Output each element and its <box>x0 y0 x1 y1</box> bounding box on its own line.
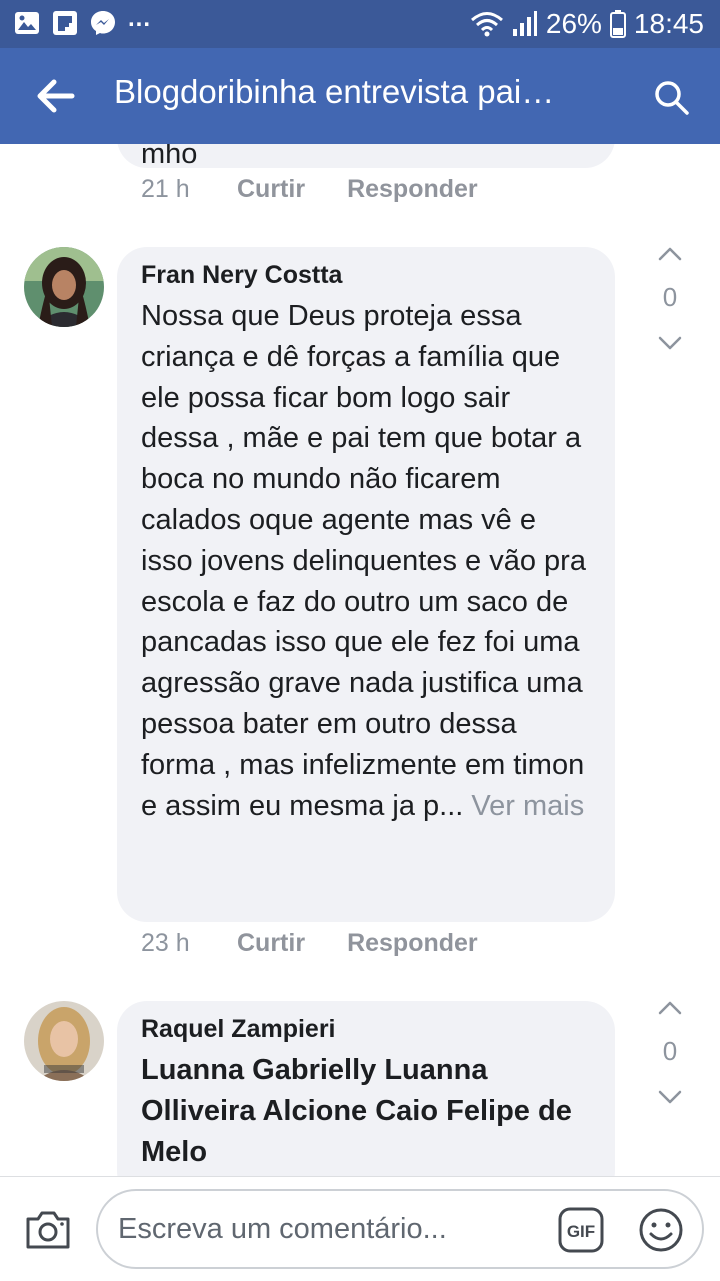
avatar-image <box>24 247 104 327</box>
search-icon[interactable] <box>652 78 690 116</box>
gif-icon[interactable]: GIF <box>558 1207 604 1253</box>
comment-composer: Escreva um comentário... GIF <box>0 1176 720 1281</box>
comment-actions: 23 h Curtir Responder <box>141 929 520 958</box>
gif-label: GIF <box>567 1222 595 1241</box>
like-button[interactable]: Curtir <box>237 175 305 204</box>
gallery-icon <box>15 12 39 34</box>
messenger-icon <box>91 11 115 35</box>
comment-feed[interactable]: mho 21 h Curtir Responder Fran Nery Cost… <box>0 144 720 1176</box>
battery-icon <box>609 10 626 38</box>
reply-button[interactable]: Responder <box>347 175 478 204</box>
comment-author[interactable]: Raquel Zampieri <box>141 1015 595 1044</box>
camera-icon[interactable] <box>24 1207 72 1251</box>
wifi-icon <box>470 12 503 37</box>
comment-body: Nossa que Deus proteja essa criança e dê… <box>141 300 586 822</box>
avatar-image <box>24 1001 104 1081</box>
emoji-icon[interactable] <box>638 1207 684 1253</box>
avatar[interactable] <box>24 247 104 327</box>
comment-author[interactable]: Fran Nery Costta <box>141 261 595 290</box>
comment-text: mho <box>141 144 198 168</box>
downvote-arrow-icon[interactable] <box>656 1087 684 1107</box>
comment-actions: 21 h Curtir Responder <box>141 175 520 204</box>
more-notifications: ... <box>128 5 152 32</box>
page-title: Blogdoribinha entrevista pai… <box>114 73 555 110</box>
like-button[interactable]: Curtir <box>237 929 305 958</box>
flipboard-icon <box>53 11 77 35</box>
app-bar: Blogdoribinha entrevista pai… <box>0 48 720 144</box>
reply-button[interactable]: Responder <box>347 929 478 958</box>
clock: 18:45 <box>633 8 704 39</box>
battery-percent: 26% <box>545 8 602 39</box>
system-indicators: 26% 18:45 <box>470 8 704 40</box>
comment-bubble: Raquel Zampieri Luanna Gabrielly Luanna … <box>117 1001 615 1176</box>
see-more-link[interactable]: Ver mais <box>471 790 584 822</box>
vote-widget: 0 <box>650 998 690 1107</box>
upvote-arrow-icon[interactable] <box>656 998 684 1018</box>
tagged-people[interactable]: Luanna Gabrielly Luanna Olliveira Alcion… <box>141 1050 595 1172</box>
notification-icons: ... <box>14 5 151 36</box>
avatar[interactable] <box>24 1001 104 1081</box>
comment-bubble: Fran Nery Costta Nossa que Deus proteja … <box>117 247 615 922</box>
comment-input-placeholder: Escreva um comentário... <box>118 1213 447 1245</box>
status-bar: ... 26% 18:45 <box>0 0 720 48</box>
back-arrow-icon[interactable] <box>36 78 76 114</box>
comment-bubble: mho <box>117 144 615 168</box>
downvote-arrow-icon[interactable] <box>656 333 684 353</box>
vote-count: 0 <box>662 282 678 312</box>
vote-widget: 0 <box>650 244 690 353</box>
comment-timestamp: 23 h <box>141 929 190 957</box>
signal-icon <box>512 11 537 36</box>
comment-text: Nossa que Deus proteja essa criança e dê… <box>141 296 595 826</box>
vote-count: 0 <box>662 1036 678 1066</box>
comment-input[interactable]: Escreva um comentário... GIF <box>96 1189 704 1269</box>
comment-timestamp: 21 h <box>141 175 190 203</box>
upvote-arrow-icon[interactable] <box>656 244 684 264</box>
